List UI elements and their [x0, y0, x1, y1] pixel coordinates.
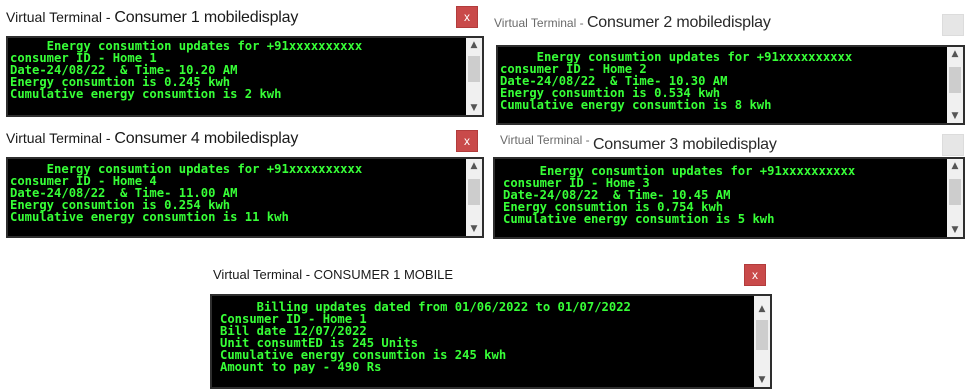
chevron-down-icon[interactable]: ▼ — [754, 373, 770, 387]
terminal-line: Cumulative energy consumtion is 8 kwh — [500, 98, 772, 112]
chevron-up-icon[interactable]: ▲ — [466, 159, 482, 173]
close-icon[interactable]: x — [942, 14, 964, 36]
chevron-up-icon[interactable]: ▲ — [754, 302, 770, 316]
title-suffix: Consumer 4 mobiledisplay — [114, 130, 299, 147]
window-title: Virtual Terminal - Consumer 1 mobiledisp… — [6, 9, 298, 27]
terminal-line: Cumulative energy consumtion is 2 kwh — [10, 87, 282, 101]
chevron-down-icon[interactable]: ▼ — [466, 222, 482, 236]
terminal-window-consumer-2: Virtual Terminal - Consumer 2 mobiledisp… — [490, 0, 965, 125]
terminal-line: Amount to pay - 490 Rs — [220, 360, 382, 374]
chevron-up-icon[interactable]: ▲ — [947, 159, 963, 173]
terminal-output: Billing updates dated from 01/06/2022 to… — [220, 301, 752, 387]
vertical-scrollbar[interactable]: ▲ ▼ — [466, 38, 482, 115]
title-suffix: Consumer 3 mobiledisplay — [592, 136, 777, 153]
close-icon[interactable]: x — [744, 264, 766, 286]
vertical-scrollbar[interactable]: ▲ ▼ — [947, 159, 963, 237]
terminal-window-consumer-1: Virtual Terminal - Consumer 1 mobiledisp… — [0, 0, 484, 125]
title-prefix: Virtual Terminal - — [500, 133, 593, 147]
title-prefix: Virtual Terminal - — [6, 9, 115, 25]
title-bar[interactable]: Virtual Terminal - CONSUMER 1 MOBILE x — [203, 256, 773, 290]
window-title: Virtual Terminal - Consumer 3 mobiledisp… — [500, 131, 777, 153]
chevron-up-icon[interactable]: ▲ — [947, 47, 963, 61]
window-title: Virtual Terminal - Consumer 4 mobiledisp… — [6, 130, 298, 148]
terminal-line: Cumulative energy consumtion is 5 kwh — [503, 212, 775, 226]
close-icon[interactable]: x — [456, 130, 478, 152]
scroll-thumb[interactable] — [468, 179, 480, 205]
window-title: Virtual Terminal - CONSUMER 1 MOBILE — [213, 267, 453, 282]
scroll-thumb[interactable] — [949, 179, 961, 205]
chevron-down-icon[interactable]: ▼ — [947, 109, 963, 123]
terminal-screen[interactable]: Energy consumtion updates for +91xxxxxxx… — [496, 45, 965, 125]
title-bar[interactable]: Virtual Terminal - Consumer 4 mobiledisp… — [0, 124, 484, 158]
title-suffix: Consumer 2 mobiledisplay — [586, 14, 771, 31]
title-bar[interactable]: Virtual Terminal - Consumer 2 mobiledisp… — [490, 0, 965, 36]
terminal-output: Energy consumtion updates for +91xxxxxxx… — [10, 40, 464, 115]
chevron-down-icon[interactable]: ▼ — [466, 101, 482, 115]
title-bar[interactable]: Virtual Terminal - Consumer 1 mobiledisp… — [0, 0, 484, 34]
terminal-screen[interactable]: Energy consumtion updates for +91xxxxxxx… — [6, 36, 484, 117]
terminal-window-consumer-3: Virtual Terminal - Consumer 3 mobiledisp… — [490, 126, 965, 242]
title-bar[interactable]: Virtual Terminal - Consumer 3 mobiledisp… — [490, 126, 965, 160]
terminal-screen[interactable]: Energy consumtion updates for +91xxxxxxx… — [493, 157, 965, 239]
vertical-scrollbar[interactable]: ▲ ▼ — [754, 296, 770, 387]
title-prefix: Virtual Terminal - — [213, 267, 314, 282]
scroll-thumb[interactable] — [468, 56, 480, 82]
chevron-down-icon[interactable]: ▼ — [947, 223, 963, 237]
title-suffix: CONSUMER 1 MOBILE — [313, 267, 454, 282]
vertical-scrollbar[interactable]: ▲ ▼ — [947, 47, 963, 123]
terminal-line: Cumulative energy consumtion is 11 kwh — [10, 210, 289, 224]
terminal-output: Energy consumtion updates for +91xxxxxxx… — [500, 51, 945, 123]
terminal-screen[interactable]: Energy consumtion updates for +91xxxxxxx… — [6, 157, 484, 238]
title-suffix: Consumer 1 mobiledisplay — [114, 9, 299, 26]
scroll-thumb[interactable] — [756, 320, 768, 350]
close-icon[interactable]: x — [456, 6, 478, 28]
title-prefix: Virtual Terminal - — [494, 16, 587, 30]
terminal-window-billing: Virtual Terminal - CONSUMER 1 MOBILE x B… — [203, 256, 773, 389]
chevron-up-icon[interactable]: ▲ — [466, 38, 482, 52]
vertical-scrollbar[interactable]: ▲ ▼ — [466, 159, 482, 236]
terminal-screen[interactable]: Billing updates dated from 01/06/2022 to… — [210, 294, 772, 389]
terminal-window-consumer-4: Virtual Terminal - Consumer 4 mobiledisp… — [0, 124, 484, 240]
title-prefix: Virtual Terminal - — [6, 130, 115, 146]
close-icon[interactable]: x — [942, 134, 964, 156]
window-title: Virtual Terminal - Consumer 2 mobiledisp… — [494, 14, 771, 32]
terminal-output: Energy consumtion updates for +91xxxxxxx… — [10, 163, 464, 236]
scroll-thumb[interactable] — [949, 67, 961, 93]
terminal-output: Energy consumtion updates for +91xxxxxxx… — [503, 165, 945, 237]
